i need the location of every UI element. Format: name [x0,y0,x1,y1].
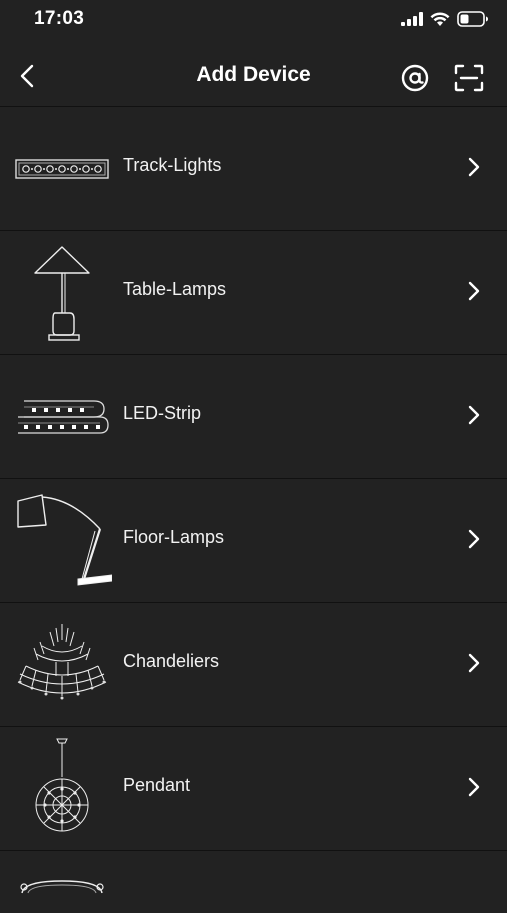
device-row-pendant[interactable]: Pendant [0,726,507,850]
device-label: Pendant [123,775,191,795]
pendant-icon [12,735,112,843]
floor-lamp-icon [12,487,112,595]
chandelier-icon [12,611,112,719]
device-label: Floor-Lamps [123,527,225,547]
status-bar: 17:03 [0,0,507,40]
track-lights-icon [12,115,112,223]
device-label: Chandeliers [123,651,220,671]
scan-icon [454,64,484,92]
chevron-right-icon [462,773,486,801]
device-row-led-strip[interactable]: LED-Strip [0,354,507,478]
chevron-right-icon [462,649,486,677]
chevron-right-icon [462,277,486,305]
cellular-signal-icon [401,12,423,26]
device-row-table-lamps[interactable]: Table-Lamps [0,230,507,354]
device-row-chandeliers[interactable]: Chandeliers [0,602,507,726]
at-sign-icon [401,64,429,92]
device-row-floor-lamps[interactable]: Floor-Lamps [0,478,507,602]
at-button[interactable] [398,61,432,95]
chevron-right-icon [462,153,486,181]
device-label: LED-Strip [123,403,202,423]
table-lamp-icon [12,239,112,347]
chevron-right-icon [462,401,486,429]
status-time: 17:03 [34,8,85,29]
chevron-right-icon [462,525,486,553]
device-label: Table-Lamps [123,279,227,299]
ceiling-light-icon [12,873,112,913]
led-strip-icon [12,363,112,471]
device-row-track-lights[interactable]: Track-Lights [0,106,507,230]
status-icons [401,9,489,29]
nav-bar: Add Device [0,44,507,106]
scan-button[interactable] [451,61,487,95]
device-label: Track-Lights [123,155,222,175]
device-list: Track-Lights Table-Lamps LED-Strip Floor… [0,106,507,910]
battery-icon [457,11,489,27]
device-row-partial[interactable] [0,850,507,910]
wifi-icon [430,11,450,27]
